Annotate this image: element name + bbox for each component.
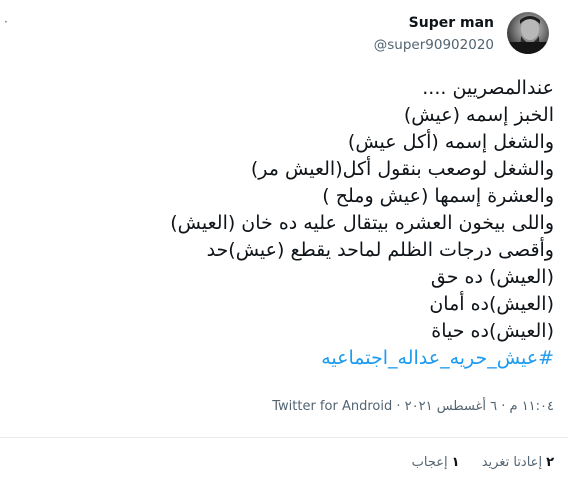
retweets-label: إعادتا تغريد	[481, 455, 543, 470]
retweets-stat[interactable]: ٢إعادتا تغريد	[482, 455, 554, 470]
tweet-line: والشغل إسمه (أكل عيش)	[347, 131, 554, 153]
avatar[interactable]	[507, 12, 549, 54]
tweet-meta: ١١:٠٤ م · ٦ أغسطس ٢٠٢١ · Twitter for And…	[272, 399, 554, 414]
tweet-line: (العيش)ده حياة	[431, 320, 554, 342]
tweet-client[interactable]: Twitter for Android	[272, 399, 392, 414]
tweet-line: والشغل لوصعب بنقول أكل(العيش مر)	[250, 158, 554, 180]
hashtag-link[interactable]: #عيش_حريه_عداله_اجتماعيه	[14, 345, 554, 372]
more-dot-icon[interactable]: ·	[4, 16, 8, 28]
retweets-count: ٢	[546, 455, 554, 470]
divider	[0, 437, 568, 438]
likes-label: إعجاب	[411, 455, 448, 470]
tweet-line: الخبز إسمه (عيش)	[403, 104, 554, 126]
tweet-date[interactable]: ٦ أغسطس ٢٠٢١	[405, 399, 497, 414]
tweet-line: (العيش) ده حق	[430, 266, 554, 288]
likes-stat[interactable]: ١إعجاب	[412, 455, 460, 470]
tweet-line: (العيش)ده أمان	[429, 293, 554, 315]
meta-separator: ·	[501, 399, 506, 414]
tweet-line: عندالمصريين ....	[422, 77, 554, 99]
meta-separator: ·	[396, 399, 401, 414]
tweet-line: والعشرة إسمها (عيش وملح )	[322, 185, 554, 207]
author-name[interactable]: Super man	[409, 15, 494, 31]
author-handle[interactable]: @super90902020	[374, 37, 494, 53]
tweet-text: عندالمصريين .... الخبز إسمه (عيش) والشغل…	[14, 75, 554, 372]
avatar-photo	[507, 16, 549, 54]
tweet-line: واللى بيخون العشره بيتقال عليه ده خان (ا…	[170, 212, 554, 234]
tweet-line: وأقصى درجات الظلم لماحد يقطع (عيش)حد	[206, 239, 554, 261]
tweet-stats: ٢إعادتا تغريد ١إعجاب	[394, 455, 554, 470]
tweet-time[interactable]: ١١:٠٤ م	[510, 399, 555, 414]
likes-count: ١	[451, 455, 460, 470]
